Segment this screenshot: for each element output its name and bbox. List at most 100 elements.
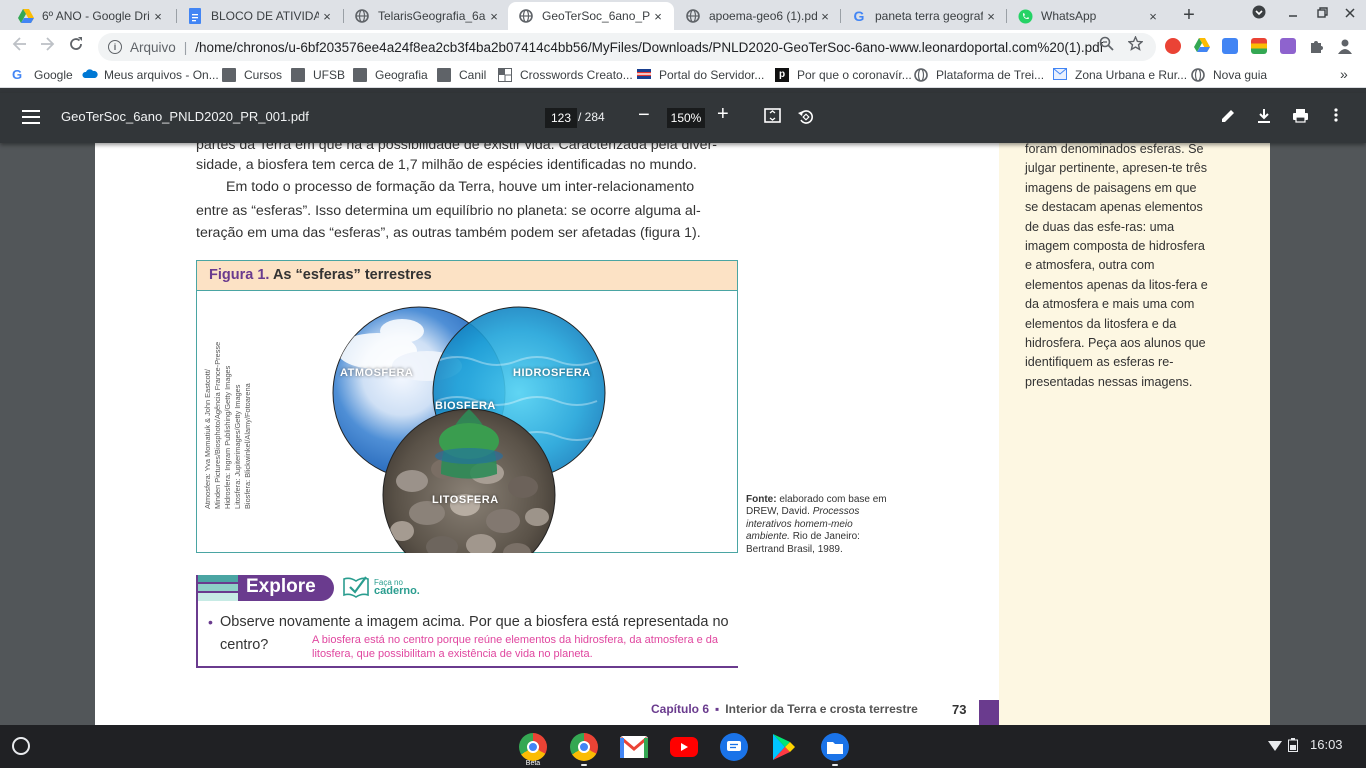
play-store-icon[interactable] (770, 733, 798, 761)
messages-icon[interactable] (720, 733, 748, 761)
bookmark-label: UFSB (313, 68, 346, 82)
address-bar[interactable]: i Arquivo | /home/chronos/u-6bf203576ee4… (98, 33, 1156, 61)
onedrive-icon (82, 68, 98, 82)
figure-source: Fonte: elaborado com base em DREW, David… (746, 494, 896, 556)
tab-search-icon[interactable] (1251, 5, 1267, 22)
info-icon[interactable]: i (108, 40, 122, 54)
pdf-viewer-area[interactable]: partes da Terra em que há a possibilidad… (0, 137, 1366, 725)
explore-title: Explore (246, 576, 316, 597)
google-drive-extension-icon[interactable] (1194, 38, 1210, 54)
zoom-in-button[interactable]: + (717, 103, 729, 126)
bookmark-folder-canil[interactable]: Canil (437, 68, 486, 82)
globe-icon (914, 68, 928, 82)
pdf-file-name: GeoTerSoc_6ano_PNLD2020_PR_001.pdf (61, 109, 309, 124)
bookmark-folder-ufsb[interactable]: UFSB (291, 68, 345, 82)
print-icon[interactable] (1290, 108, 1310, 128)
translate-extension-icon[interactable] (1222, 38, 1238, 54)
colorful-extension-icon[interactable] (1251, 38, 1267, 54)
restore-icon[interactable] (1314, 5, 1330, 21)
tab-whatsapp[interactable]: WhatsApp × (1007, 2, 1169, 30)
bookmark-label: Zona Urbana e Rur... (1075, 68, 1188, 82)
running-indicator (581, 764, 587, 766)
wifi-icon (1268, 740, 1282, 751)
bookmark-folder-cursos[interactable]: Cursos (222, 68, 282, 82)
tab-title: paneta terra geografia (875, 9, 983, 23)
bookmark-google[interactable]: G Google (12, 68, 73, 82)
minimize-icon[interactable] (1285, 5, 1301, 21)
bookmark-coronavirus[interactable]: p Por que o coronavír... (775, 68, 912, 82)
tab-strip: 6º ANO - Google Drive × BLOCO DE ATIVIDA… (0, 0, 1366, 30)
youtube-icon[interactable] (670, 737, 698, 757)
bookmark-meus-arquivos[interactable]: Meus arquivos - On... (82, 68, 219, 82)
venn-diagram (332, 306, 606, 553)
code-extension-icon[interactable] (1280, 38, 1296, 54)
gmail-icon[interactable] (620, 736, 648, 758)
bookmark-zona-urbana[interactable]: Zona Urbana e Rur... (1053, 68, 1187, 82)
more-bookmarks-button[interactable]: » (1340, 66, 1348, 82)
files-icon[interactable] (821, 733, 849, 766)
tab-bloco-atividades[interactable]: BLOCO DE ATIVIDADES × (177, 2, 343, 30)
extensions-puzzle-icon[interactable] (1308, 38, 1324, 54)
rotate-icon[interactable] (795, 108, 815, 130)
page-number-input[interactable]: 123 (545, 108, 577, 128)
bookmark-nova-guia[interactable]: Nova guia (1191, 68, 1267, 82)
close-icon[interactable]: × (983, 9, 999, 24)
new-tab-button[interactable]: + (1179, 4, 1199, 27)
fit-page-icon[interactable] (762, 108, 782, 128)
close-icon[interactable]: × (150, 9, 166, 24)
close-icon[interactable]: × (650, 9, 666, 24)
bookmark-star-icon[interactable] (1127, 35, 1144, 54)
zoom-out-button[interactable]: − (638, 104, 650, 127)
tab-apoema[interactable]: apoema-geo6 (1).pdf × (675, 2, 841, 30)
bookmark-crosswords[interactable]: Crosswords Creato... (498, 68, 633, 82)
close-icon[interactable]: × (817, 9, 833, 24)
folder-icon (437, 68, 451, 82)
bookmark-label: Meus arquivos - On... (104, 68, 219, 82)
reload-button[interactable] (66, 36, 86, 57)
menu-icon[interactable] (22, 110, 40, 128)
bookmark-folder-geografia[interactable]: Geografia (353, 68, 428, 82)
window-close-icon[interactable] (1342, 5, 1358, 21)
caderno-badge: Faça no caderno. (342, 575, 420, 599)
flag-icon (637, 68, 651, 82)
chrome-icon[interactable] (570, 733, 598, 766)
folder-icon (222, 68, 236, 82)
label-biosfera: BIOSFERA (435, 400, 496, 412)
more-options-icon[interactable] (1326, 108, 1346, 127)
close-icon[interactable]: × (1145, 9, 1161, 24)
zoom-level-input[interactable]: 150% (667, 108, 705, 128)
bookmark-label: Crosswords Creato... (520, 68, 633, 82)
profile-avatar-icon[interactable] (1337, 38, 1353, 54)
edit-pencil-icon[interactable] (1218, 108, 1238, 129)
launcher-button[interactable] (12, 737, 30, 755)
back-button[interactable] (10, 36, 30, 57)
close-icon[interactable]: × (319, 9, 335, 24)
crossword-icon (498, 68, 512, 82)
download-icon[interactable] (1254, 108, 1274, 129)
tab-telaris[interactable]: TelarisGeografia_6ano × (344, 2, 510, 30)
forward-button[interactable] (37, 36, 57, 57)
address-url[interactable]: /home/chronos/u-6bf203576ee4a24f8ea2cb3f… (195, 40, 1103, 55)
status-tray[interactable]: 16:03 (1268, 737, 1343, 752)
bookmark-label: Cursos (244, 68, 283, 82)
page-count: / 284 (578, 110, 605, 124)
extension-icon[interactable] (1165, 38, 1181, 54)
footer-separator-icon: ▪ (715, 702, 720, 716)
globe-icon (518, 8, 534, 24)
tab-paneta-terra[interactable]: G paneta terra geografia × (841, 2, 1007, 30)
label-atmosfera: ATMOSFERA (340, 367, 414, 379)
close-icon[interactable]: × (486, 9, 502, 24)
p-icon: p (775, 68, 789, 82)
address-scheme: Arquivo (130, 39, 176, 55)
teacher-sidebar: foram denominados esferas. Se julgar per… (999, 142, 1270, 725)
chrome-beta-icon[interactable]: Beta (519, 733, 547, 767)
corner-mark (979, 700, 999, 725)
folder-icon (291, 68, 305, 82)
zoom-icon[interactable] (1099, 36, 1114, 54)
tab-google-drive[interactable]: 6º ANO - Google Drive × (8, 2, 174, 30)
tab-geotersoc[interactable]: GeoTerSoc_6ano_PNL × (508, 2, 674, 30)
caderno-line: caderno. (374, 585, 420, 597)
caderno-text: Faça no caderno. (374, 578, 420, 597)
bookmark-plataforma[interactable]: Plataforma de Trei... (914, 68, 1044, 82)
bookmark-portal-servidor[interactable]: Portal do Servidor... (637, 68, 764, 82)
